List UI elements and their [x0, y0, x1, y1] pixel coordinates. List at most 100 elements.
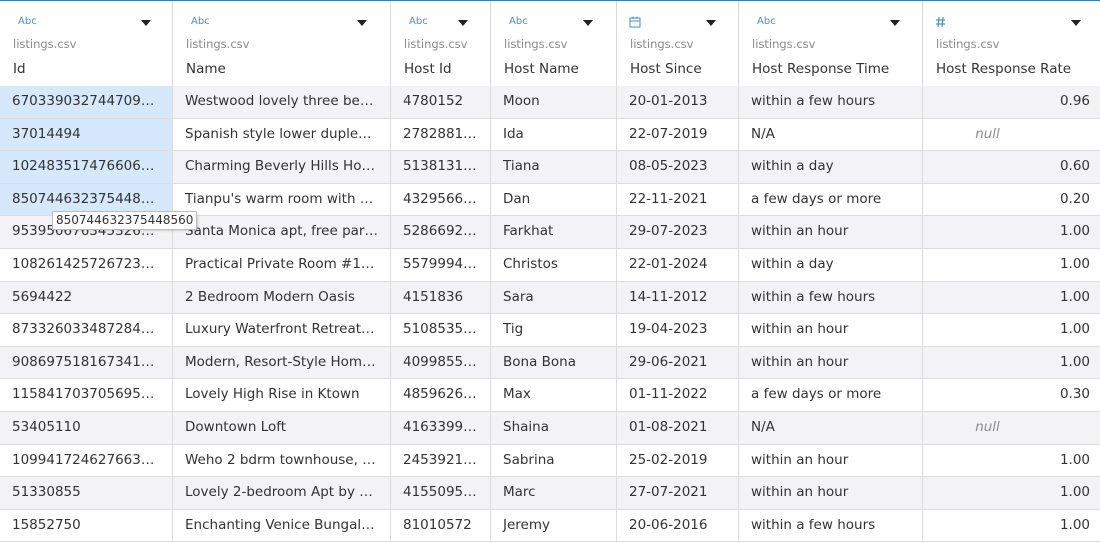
column-header-host-id[interactable]: Abc listings.csv Host Id — [391, 1, 491, 87]
table-cell[interactable]: 37014494 — [0, 118, 173, 151]
table-cell[interactable]: 08-05-2023 — [617, 151, 739, 183]
table-row[interactable]: 1082614257267236225 Practical Private Roo… — [0, 249, 1100, 282]
table-cell[interactable]: 513813179 — [391, 151, 491, 183]
table-cell[interactable]: Farkhat — [491, 216, 617, 248]
table-cell[interactable]: Luxury Waterfront Retreat | Marina — [173, 314, 391, 346]
column-menu-dropdown-icon[interactable] — [141, 20, 151, 26]
table-cell[interactable]: 53405110 — [0, 412, 173, 444]
table-cell[interactable]: 0.60 — [923, 151, 1100, 183]
table-cell[interactable]: Spanish style lower duplex near the beac… — [173, 118, 391, 151]
column-header-host-name[interactable]: Abc listings.csv Host Name — [491, 1, 617, 87]
table-cell[interactable]: 0.96 — [923, 86, 1100, 118]
table-cell[interactable]: Sara — [491, 281, 617, 314]
table-cell[interactable]: 409985549 — [391, 346, 491, 379]
table-row[interactable]: 1158417037056953812 Lovely High Rise in K… — [0, 379, 1100, 412]
table-cell[interactable]: Downtown Loft — [173, 412, 391, 444]
table-cell[interactable]: N/A — [739, 118, 923, 151]
table-cell[interactable]: 873326033487284509 — [0, 314, 173, 346]
table-row[interactable]: 51330855 Lovely 2-bedroom Apt by Beverly 4… — [0, 477, 1100, 510]
table-cell[interactable]: 1.00 — [923, 445, 1100, 477]
table-cell[interactable]: 1.00 — [923, 216, 1100, 248]
table-cell[interactable]: Marc — [491, 477, 617, 509]
column-menu-dropdown-icon[interactable] — [583, 20, 593, 26]
table-cell[interactable]: Dan — [491, 183, 617, 216]
table-cell[interactable]: 1099417246276636000 — [0, 444, 173, 477]
column-header-name[interactable]: Abc listings.csv Name — [173, 1, 391, 87]
table-cell[interactable]: 1.00 — [923, 347, 1100, 379]
table-cell[interactable]: 01-08-2021 — [617, 412, 739, 444]
table-cell[interactable]: 1.00 — [923, 282, 1100, 314]
table-cell[interactable]: within an hour — [739, 346, 923, 379]
table-cell[interactable]: Charming Beverly Hills Home — [173, 151, 391, 183]
table-cell[interactable]: null — [923, 412, 1100, 444]
table-cell[interactable]: 22-11-2021 — [617, 183, 739, 216]
table-row[interactable]: 5694422 2 Bedroom Modern Oasis 4151836 Sara… — [0, 281, 1100, 315]
table-row[interactable]: 1024835174766068422 Charming Beverly Hill… — [0, 151, 1100, 184]
table-cell[interactable]: a few days or more — [739, 379, 923, 411]
column-header-host-response-rate[interactable]: listings.csv Host Response Rate — [923, 1, 1100, 87]
table-cell[interactable]: Westwood lovely three bedroom home — [173, 86, 391, 118]
table-cell[interactable]: 1.00 — [923, 249, 1100, 281]
table-cell[interactable]: within an hour — [739, 216, 923, 248]
table-cell[interactable]: 0.20 — [923, 184, 1100, 216]
table-cell[interactable]: within a day — [739, 249, 923, 281]
table-cell[interactable]: 416339920 — [391, 412, 491, 444]
table-cell[interactable]: 1024835174766068422 — [0, 151, 173, 183]
table-cell[interactable]: Weho 2 bdrm townhouse, Private — [173, 444, 391, 477]
table-cell[interactable]: Bona Bona — [491, 346, 617, 379]
column-menu-dropdown-icon[interactable] — [706, 20, 716, 26]
column-header-id[interactable]: Abc listings.csv Id — [0, 1, 173, 87]
table-cell[interactable]: Max — [491, 379, 617, 411]
table-cell[interactable]: 528669205 — [391, 216, 491, 248]
table-cell[interactable]: Modern, Resort-Style Home in LA — [173, 346, 391, 379]
column-menu-dropdown-icon[interactable] — [1071, 20, 1081, 26]
column-header-host-since[interactable]: listings.csv Host Since — [617, 1, 739, 87]
table-cell[interactable]: Moon — [491, 86, 617, 118]
table-cell[interactable]: within an hour — [739, 314, 923, 346]
table-cell[interactable]: N/A — [739, 412, 923, 444]
table-cell[interactable]: Shaina — [491, 412, 617, 444]
table-cell[interactable]: Lovely 2-bedroom Apt by Beverly — [173, 477, 391, 509]
table-cell[interactable]: 22-07-2019 — [617, 118, 739, 151]
table-cell[interactable]: 1.00 — [923, 314, 1100, 346]
table-row[interactable]: 37014494Spanish style lower duplex near … — [0, 118, 1100, 152]
column-menu-dropdown-icon[interactable] — [890, 20, 900, 26]
table-cell[interactable]: Tiana — [491, 151, 617, 183]
table-cell[interactable]: 557999481 — [391, 249, 491, 281]
table-cell[interactable]: Sabrina — [491, 444, 617, 477]
table-cell[interactable]: 4780152 — [391, 86, 491, 118]
table-cell[interactable]: 51330855 — [0, 477, 173, 509]
table-cell[interactable]: 29-06-2021 — [617, 346, 739, 379]
table-cell[interactable]: 25-02-2019 — [617, 444, 739, 477]
table-cell[interactable]: within an hour — [739, 477, 923, 509]
table-cell[interactable]: 278288178 — [391, 118, 491, 151]
column-header-host-response-time[interactable]: Abc listings.csv Host Response Time — [739, 1, 923, 87]
table-row[interactable]: 670339032744709144 Westwood lovely three … — [0, 86, 1100, 119]
table-cell[interactable]: 4151836 — [391, 281, 491, 314]
table-cell[interactable]: 20-01-2013 — [617, 86, 739, 118]
table-cell[interactable]: 415509559 — [391, 477, 491, 509]
table-cell[interactable]: Christos — [491, 249, 617, 281]
table-cell[interactable]: 5694422 — [0, 281, 173, 314]
table-cell[interactable]: within an hour — [739, 444, 923, 477]
table-cell[interactable]: 670339032744709144 — [0, 86, 173, 118]
table-cell[interactable]: Practical Private Room #1391 — [173, 249, 391, 281]
table-cell[interactable]: Lovely High Rise in Ktown — [173, 379, 391, 411]
table-row[interactable]: 908697518167341476 Modern, Resort-Style H… — [0, 346, 1100, 380]
table-cell[interactable]: 14-11-2012 — [617, 281, 739, 314]
table-cell[interactable]: 2 Bedroom Modern Oasis — [173, 281, 391, 314]
table-cell[interactable]: 1082614257267236225 — [0, 249, 173, 281]
table-cell[interactable]: a few days or more — [739, 183, 923, 216]
table-row[interactable]: 53405110 Downtown Loft 416339920 Shaina 01-0… — [0, 412, 1100, 445]
table-cell[interactable]: 19-04-2023 — [617, 314, 739, 346]
table-cell[interactable]: 1158417037056953812 — [0, 379, 173, 411]
column-menu-dropdown-icon[interactable] — [458, 20, 468, 26]
table-cell[interactable]: 485962662 — [391, 379, 491, 411]
table-cell[interactable]: 0.30 — [923, 379, 1100, 411]
table-cell[interactable]: Ida — [491, 118, 617, 151]
table-cell[interactable]: 27-07-2021 — [617, 477, 739, 509]
table-row[interactable]: 873326033487284509 Luxury Waterfront Retr… — [0, 314, 1100, 347]
table-cell[interactable]: within a day — [739, 151, 923, 183]
table-cell[interactable]: within a few hours — [739, 86, 923, 118]
table-cell[interactable]: within a few hours — [739, 281, 923, 314]
